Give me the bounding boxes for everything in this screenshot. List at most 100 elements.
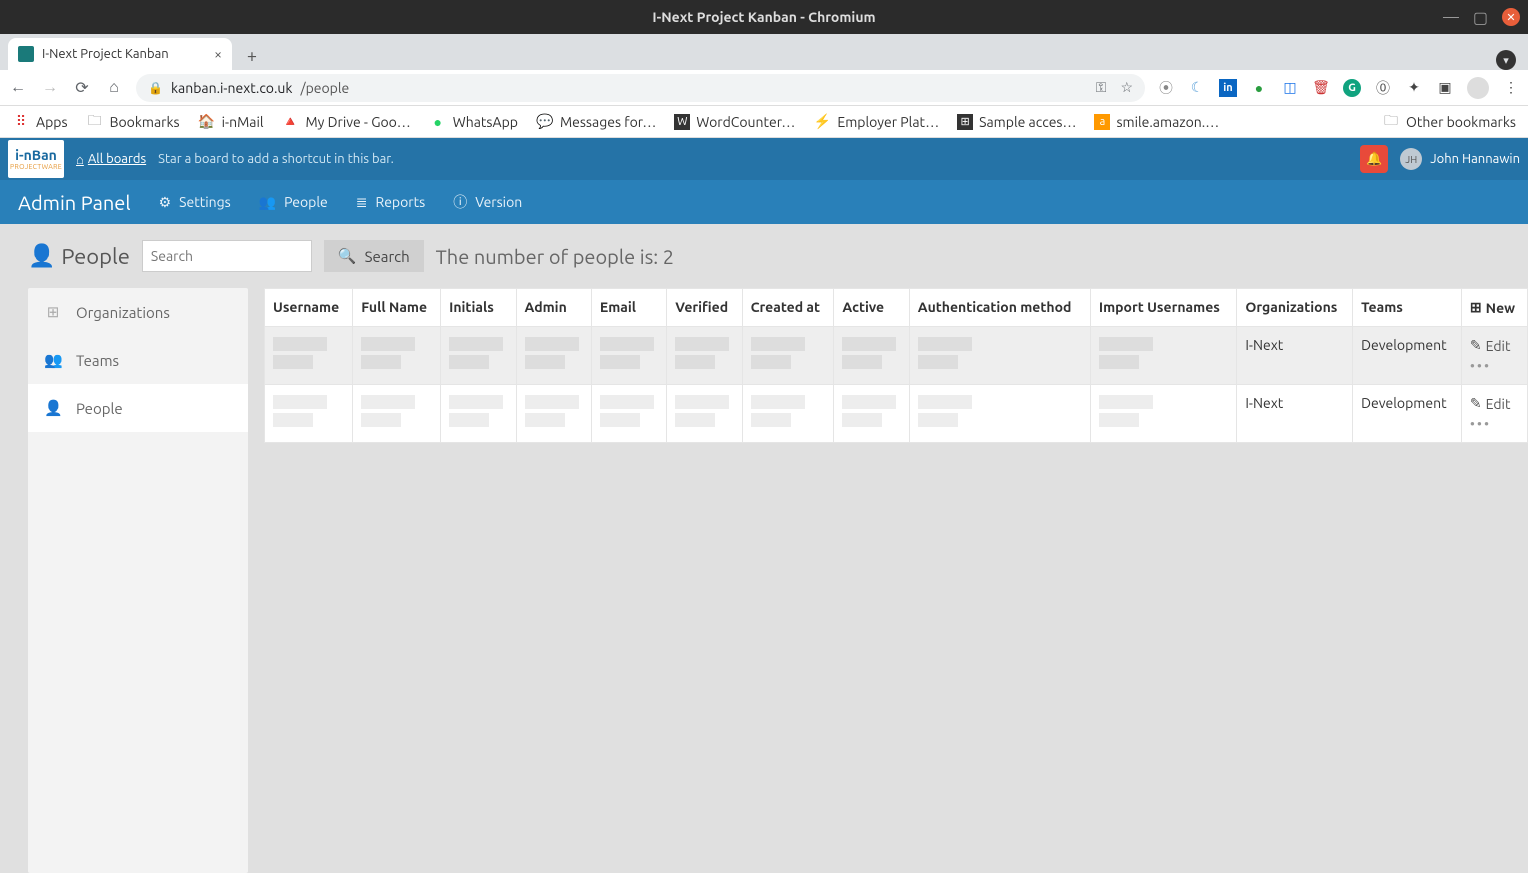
blurred-cell	[516, 385, 591, 443]
browser-tab[interactable]: I-Next Project Kanban ×	[8, 38, 232, 70]
bookmark-item[interactable]: 💬Messages for…	[536, 113, 656, 131]
col-teams[interactable]: Teams	[1353, 289, 1462, 327]
reload-icon[interactable]: ⟳	[72, 78, 92, 97]
col-username[interactable]: Username	[265, 289, 353, 327]
people-table: Username Full Name Initials Admin Email …	[264, 288, 1528, 443]
plus-icon: ⊞	[1470, 299, 1482, 316]
minimize-icon[interactable]: —	[1443, 8, 1459, 26]
ext-icon-4[interactable]: ●	[1250, 79, 1268, 97]
bookmark-item[interactable]: ⚡Employer Plat…	[813, 113, 939, 131]
blurred-cell	[742, 385, 834, 443]
table-row[interactable]: I-NextDevelopment✎ Edit•••	[265, 385, 1528, 443]
user-menu[interactable]: JH John Hannawin	[1400, 148, 1520, 170]
person-icon: 👤	[28, 243, 55, 269]
col-active[interactable]: Active	[834, 289, 909, 327]
extension-icons: ⦿ ☾ in ● ◫ 🗑 G ⓪ ✦ ▣ ⋮	[1157, 77, 1520, 99]
nav-settings[interactable]: ⚙Settings	[159, 194, 231, 211]
bell-icon: 🔔	[1366, 152, 1382, 167]
maximize-icon[interactable]: ▢	[1473, 8, 1488, 27]
col-orgs[interactable]: Organizations	[1237, 289, 1353, 327]
sidebar-item-people[interactable]: 👤People	[28, 384, 248, 432]
tab-title: I-Next Project Kanban	[42, 47, 169, 61]
col-created[interactable]: Created at	[742, 289, 834, 327]
url-host: kanban.i-next.co.uk	[171, 80, 293, 96]
url-path: /people	[300, 80, 349, 96]
more-icon[interactable]: •••	[1470, 358, 1519, 374]
bookmarks-bar: ⠿Apps 🗀Bookmarks 🏠i-nMail 🔺My Drive - Go…	[0, 106, 1528, 138]
col-initials[interactable]: Initials	[441, 289, 516, 327]
os-titlebar: I-Next Project Kanban - Chromium — ▢ ✕	[0, 0, 1528, 34]
extensions-icon[interactable]: ✦	[1405, 79, 1423, 97]
app-logo[interactable]: i-nBan PROJECTWARE	[8, 140, 64, 178]
nav-reports[interactable]: ≣Reports	[356, 194, 425, 211]
star-icon[interactable]: ☆	[1120, 79, 1133, 96]
sidebar: ⊞Organizations 👥Teams 👤People	[28, 288, 248, 873]
more-icon[interactable]: •••	[1470, 416, 1519, 432]
favicon-icon	[18, 46, 34, 62]
ext-icon-1[interactable]: ⦿	[1157, 79, 1175, 97]
browser-toolbar: ← → ⟳ ⌂ 🔒 kanban.i-next.co.uk/people ⚿ ☆…	[0, 70, 1528, 106]
url-input[interactable]: 🔒 kanban.i-next.co.uk/people ⚿ ☆	[136, 74, 1145, 102]
edit-button[interactable]: ✎ Edit	[1470, 337, 1519, 354]
profile-avatar[interactable]	[1467, 77, 1489, 99]
sidebar-item-teams[interactable]: 👥Teams	[28, 336, 248, 384]
user-avatar: JH	[1400, 148, 1422, 170]
all-boards-link[interactable]: ⌂ All boards	[76, 152, 146, 167]
ext-icon-5[interactable]: ◫	[1281, 79, 1299, 97]
forward-icon[interactable]: →	[40, 78, 60, 97]
team-icon: 👥	[44, 351, 62, 369]
new-tab-button[interactable]: +	[238, 42, 266, 70]
key-icon[interactable]: ⚿	[1096, 79, 1107, 96]
nav-people[interactable]: 👥People	[259, 194, 328, 211]
bookmark-item[interactable]: WWordCounter…	[674, 114, 795, 130]
col-action[interactable]: ⊞ New	[1461, 289, 1527, 327]
nav-version[interactable]: ⓘVersion	[453, 192, 522, 212]
sidebar-item-organizations[interactable]: ⊞Organizations	[28, 288, 248, 336]
bookmark-item[interactable]: 🗀Bookmarks	[86, 113, 180, 131]
admin-nav: Admin Panel ⚙Settings 👥People ≣Reports ⓘ…	[0, 180, 1528, 224]
notification-button[interactable]: 🔔	[1360, 145, 1388, 173]
people-count: The number of people is: 2	[436, 245, 674, 268]
other-bookmarks[interactable]: 🗀Other bookmarks	[1382, 113, 1516, 131]
blurred-cell	[265, 385, 353, 443]
close-icon[interactable]: ✕	[1502, 8, 1520, 26]
blurred-cell	[591, 385, 666, 443]
cell-actions: ✎ Edit •••	[1461, 327, 1527, 385]
col-import[interactable]: Import Usernames	[1090, 289, 1236, 327]
ext-icon-7[interactable]: G	[1343, 79, 1361, 97]
info-icon: ⓘ	[453, 192, 467, 212]
linkedin-icon[interactable]: in	[1219, 79, 1237, 97]
edit-button[interactable]: ✎ Edit	[1470, 395, 1519, 412]
back-icon[interactable]: ←	[8, 78, 28, 97]
blurred-cell	[265, 327, 353, 385]
bookmark-item[interactable]: 🔺My Drive - Goo…	[282, 113, 411, 131]
blurred-cell	[742, 327, 834, 385]
ext-icon-2[interactable]: ☾	[1188, 79, 1206, 97]
browser-tab-strip: I-Next Project Kanban × + ▾	[0, 34, 1528, 70]
col-fullname[interactable]: Full Name	[353, 289, 441, 327]
cell-team: Development	[1353, 327, 1462, 385]
search-button[interactable]: 🔍Search	[324, 240, 424, 272]
search-input[interactable]	[142, 240, 312, 272]
apps-shortcut[interactable]: ⠿Apps	[12, 113, 68, 131]
cast-icon[interactable]: ▣	[1436, 79, 1454, 97]
bookmark-item[interactable]: ●WhatsApp	[429, 113, 518, 131]
home-icon: ⌂	[76, 152, 84, 167]
bookmark-item[interactable]: ⊞Sample acces…	[957, 114, 1076, 130]
bookmark-item[interactable]: 🏠i-nMail	[198, 113, 264, 131]
ext-icon-8[interactable]: ⓪	[1374, 79, 1392, 97]
col-auth[interactable]: Authentication method	[909, 289, 1090, 327]
menu-icon[interactable]: ⋮	[1502, 79, 1520, 97]
col-admin[interactable]: Admin	[516, 289, 591, 327]
trash-icon[interactable]: 🗑	[1312, 79, 1330, 97]
blurred-cell	[667, 327, 742, 385]
tab-overflow-icon[interactable]: ▾	[1496, 50, 1516, 70]
cell-org: I-Next	[1237, 385, 1353, 443]
tab-close-icon[interactable]: ×	[214, 46, 222, 62]
bookmark-item[interactable]: asmile.amazon.…	[1094, 114, 1219, 130]
col-email[interactable]: Email	[591, 289, 666, 327]
col-verified[interactable]: Verified	[667, 289, 742, 327]
home-icon[interactable]: ⌂	[104, 78, 124, 97]
sitemap-icon: ⊞	[44, 303, 62, 321]
table-row[interactable]: I-NextDevelopment✎ Edit•••	[265, 327, 1528, 385]
